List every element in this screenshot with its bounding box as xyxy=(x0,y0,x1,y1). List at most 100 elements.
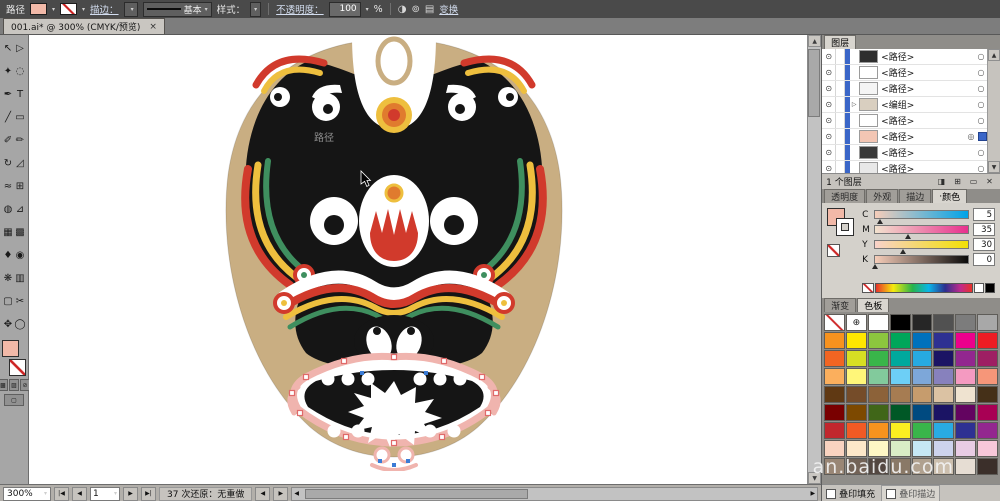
layer-label[interactable]: <路径> xyxy=(881,50,975,63)
pen-tool[interactable]: ✒ xyxy=(2,83,14,106)
style-select[interactable]: ▾ xyxy=(250,2,261,17)
stroke-proxy-swatch[interactable] xyxy=(836,218,854,236)
lock-toggle[interactable] xyxy=(836,113,845,128)
swatch[interactable] xyxy=(868,350,889,367)
slider-thumb[interactable] xyxy=(877,219,883,224)
last-artboard-icon[interactable]: ▶| xyxy=(141,487,156,501)
color-spectrum-bar[interactable] xyxy=(875,283,973,293)
pencil-tool[interactable]: ✏ xyxy=(14,129,26,152)
visibility-toggle-icon[interactable]: ⊙ xyxy=(822,129,836,144)
swatch[interactable] xyxy=(824,350,845,367)
slider-track[interactable] xyxy=(874,225,969,234)
swatch[interactable] xyxy=(977,350,998,367)
layer-label[interactable]: <路径> xyxy=(881,130,965,143)
swatch[interactable] xyxy=(824,386,845,403)
perspective-grid-tool[interactable]: ⊿ xyxy=(14,198,26,221)
swatch[interactable] xyxy=(933,314,954,331)
swatch[interactable] xyxy=(955,422,976,439)
target-circle-icon[interactable]: ○ xyxy=(975,116,987,125)
stroke-dropdown-arrow-icon[interactable]: ▾ xyxy=(82,6,85,13)
swatch[interactable] xyxy=(868,368,889,385)
swatch[interactable] xyxy=(912,314,933,331)
first-artboard-icon[interactable]: |◀ xyxy=(54,487,69,501)
next-artboard-icon[interactable]: ▶ xyxy=(123,487,138,501)
spectrum-none-icon[interactable] xyxy=(862,283,874,293)
swatch[interactable] xyxy=(933,368,954,385)
swatch[interactable] xyxy=(824,458,845,475)
rectangle-tool[interactable]: ▭ xyxy=(14,106,26,129)
swatch[interactable] xyxy=(955,404,976,421)
expand-toggle-icon[interactable]: ▷ xyxy=(850,101,858,108)
fill-dropdown-arrow-icon[interactable]: ▾ xyxy=(52,6,55,13)
hand-tool[interactable]: ✥ xyxy=(2,313,14,336)
slider-value[interactable]: 35 xyxy=(973,223,995,236)
target-circle-icon[interactable]: ○ xyxy=(975,100,987,109)
document-setup-icon[interactable]: ▤ xyxy=(425,4,434,15)
lock-toggle[interactable] xyxy=(836,65,845,80)
swatch[interactable] xyxy=(846,368,867,385)
direct-selection-tool[interactable]: ▷ xyxy=(14,37,26,60)
tab-appearance[interactable]: 外观 xyxy=(866,189,898,203)
symbol-sprayer-tool[interactable]: ❋ xyxy=(2,267,14,290)
layer-row[interactable]: ⊙<路径>○ xyxy=(822,113,1000,129)
transform-panel-link[interactable]: 变换 xyxy=(439,2,458,16)
line-segment-tool[interactable]: ╱ xyxy=(2,106,14,129)
screen-mode-button[interactable]: ▢ xyxy=(4,394,24,406)
horizontal-scroll-thumb[interactable] xyxy=(305,489,527,499)
delete-layer-icon[interactable]: ✕ xyxy=(983,177,996,186)
tab-color[interactable]: 颜色 xyxy=(932,189,967,203)
slider-thumb[interactable] xyxy=(905,234,911,239)
swatch[interactable] xyxy=(955,458,976,475)
column-graph-tool[interactable]: ▥ xyxy=(14,267,26,290)
swatch[interactable] xyxy=(933,350,954,367)
tab-swatches[interactable]: 色板 xyxy=(857,298,889,312)
stroke-panel-link[interactable]: 描边： xyxy=(90,2,119,16)
close-icon[interactable]: × xyxy=(149,22,157,32)
slider-value[interactable]: 0 xyxy=(973,253,995,266)
swatch[interactable] xyxy=(890,314,911,331)
overprint-stroke-option[interactable]: 叠印描边 xyxy=(881,485,940,501)
swatch[interactable] xyxy=(824,422,845,439)
target-circle-icon[interactable]: ○ xyxy=(975,84,987,93)
swatch[interactable] xyxy=(890,368,911,385)
fill-swatch[interactable] xyxy=(2,340,19,357)
stroke-color-swatch[interactable] xyxy=(60,3,77,15)
zoom-tool[interactable]: ◯ xyxy=(14,313,26,336)
swatch[interactable] xyxy=(890,386,911,403)
selection-tool[interactable]: ↖ xyxy=(2,37,14,60)
target-circle-icon[interactable]: ○ xyxy=(975,52,987,61)
layer-label[interactable]: <路径> xyxy=(881,66,975,79)
layer-label[interactable]: <路径> xyxy=(881,114,975,127)
overprint-stroke-checkbox[interactable] xyxy=(886,489,896,499)
rotate-tool[interactable]: ↻ xyxy=(2,152,14,175)
fill-stroke-indicator[interactable] xyxy=(2,340,26,376)
swatch[interactable] xyxy=(868,458,889,475)
swatch[interactable] xyxy=(912,350,933,367)
magic-wand-tool[interactable]: ✦ xyxy=(2,60,14,83)
swatch[interactable] xyxy=(933,440,954,457)
visibility-toggle-icon[interactable]: ⊙ xyxy=(822,49,836,64)
overprint-fill-option[interactable]: 叠印填充 xyxy=(826,487,875,500)
swatch[interactable] xyxy=(846,386,867,403)
layer-row[interactable]: ⊙<路径>○ xyxy=(822,145,1000,161)
artboard-tool[interactable]: ▢ xyxy=(2,290,14,313)
vertical-scroll-thumb[interactable] xyxy=(808,49,820,117)
type-tool[interactable]: T xyxy=(14,83,26,106)
stroke-width-select[interactable]: ▾ xyxy=(124,2,138,17)
chevron-down-icon[interactable]: ▾ xyxy=(366,6,369,13)
layer-row[interactable]: ⊙<路径>○ xyxy=(822,81,1000,97)
swatch[interactable] xyxy=(912,422,933,439)
swatch[interactable] xyxy=(868,386,889,403)
swatch[interactable] xyxy=(824,404,845,421)
stroke-swatch[interactable] xyxy=(9,359,26,376)
swatch[interactable] xyxy=(977,404,998,421)
document-tab[interactable]: 001.ai* @ 300% (CMYK/预览) × xyxy=(3,18,165,34)
target-circle-icon[interactable]: ○ xyxy=(975,148,987,157)
color-mode-button[interactable]: ▩ xyxy=(0,379,8,391)
status-readout[interactable]: 37 次还原：无重做 xyxy=(159,487,252,501)
visibility-toggle-icon[interactable]: ⊙ xyxy=(822,145,836,160)
previous-artboard-icon[interactable]: ◀ xyxy=(72,487,87,501)
gradient-mode-button[interactable]: ▨ xyxy=(9,379,19,391)
swatch[interactable] xyxy=(868,332,889,349)
horizontal-scrollbar[interactable]: ◀ ▶ xyxy=(291,487,818,501)
